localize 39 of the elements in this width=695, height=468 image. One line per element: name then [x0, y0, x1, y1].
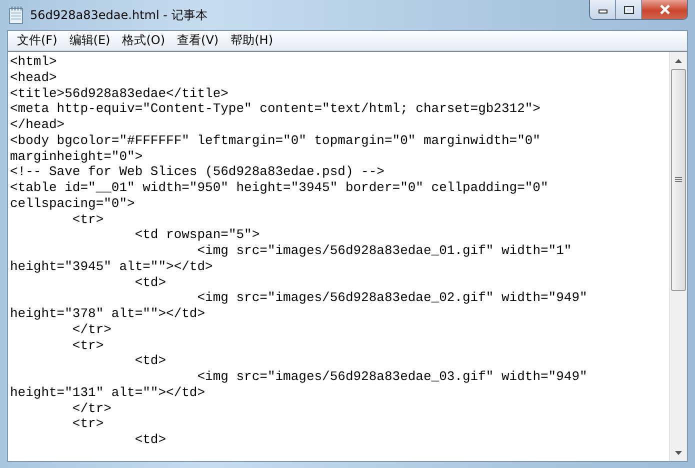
code-line: height="3945" alt=""></td>: [10, 258, 214, 274]
code-line: <img src="images/56d928a83edae_03.gif" width="949": [196, 369, 588, 385]
minimize-button[interactable]: [590, 0, 616, 19]
code-line: cellspacing="0">: [10, 196, 136, 212]
maximize-icon: [622, 4, 634, 14]
code-line: height="131" alt=""></td>: [10, 384, 206, 400]
menu-item[interactable]: 编辑(E): [63, 32, 116, 49]
code-line: <tr>: [71, 338, 105, 354]
code-line: <img src="images/56d928a83edae_01.gif" width="1": [196, 243, 573, 259]
code-line: <img src="images/56d928a83edae_02.gif" width="949": [196, 290, 588, 306]
menu-item[interactable]: 文件(F): [11, 32, 64, 49]
code-line: <td>: [134, 274, 168, 290]
notepad-icon: [8, 6, 24, 24]
close-button[interactable]: [642, 0, 687, 19]
code-line: </tr>: [71, 322, 112, 338]
code-line: <td>: [134, 432, 168, 448]
code-line: <title>56d928a83edae</title>: [10, 86, 230, 102]
code-line: <tr>: [71, 416, 105, 432]
code-line: <td>: [134, 353, 168, 369]
code-line: <tr>: [71, 212, 105, 228]
vertical-scrollbar[interactable]: [669, 52, 687, 461]
code-line: <head>: [10, 70, 58, 86]
code-line: <meta http-equiv="Content-Type" content="text/html; charset=gb2312">: [10, 101, 542, 117]
code-line: <td rowspan="5">: [134, 227, 261, 243]
menu-item[interactable]: 查看(V): [171, 32, 225, 49]
code-line: height="378" alt=""></td>: [10, 306, 206, 322]
menu-item[interactable]: 格式(O): [116, 32, 172, 49]
maximize-button[interactable]: [616, 0, 642, 19]
code-line: marginheight="0">: [10, 148, 144, 164]
code-line: <!-- Save for Web Slices (56d928a83edae.psd) -->: [10, 164, 386, 180]
window-title: 56d928a83edae.html - 记事本: [30, 6, 208, 24]
scroll-thumb[interactable]: [671, 69, 686, 291]
code-line: <html>: [10, 54, 58, 70]
code-line: </tr>: [71, 400, 112, 416]
code-line: <table id="__01" width="950" height="3945" border="0" cellpadding="0": [10, 180, 550, 196]
code-line: </head>: [10, 117, 66, 133]
close-icon: [658, 4, 670, 15]
menu-item[interactable]: 帮助(H): [224, 32, 279, 49]
code-line: <body bgcolor="#FFFFFF" leftmargin="0" topmargin="0" marginwidth="0": [10, 132, 542, 148]
